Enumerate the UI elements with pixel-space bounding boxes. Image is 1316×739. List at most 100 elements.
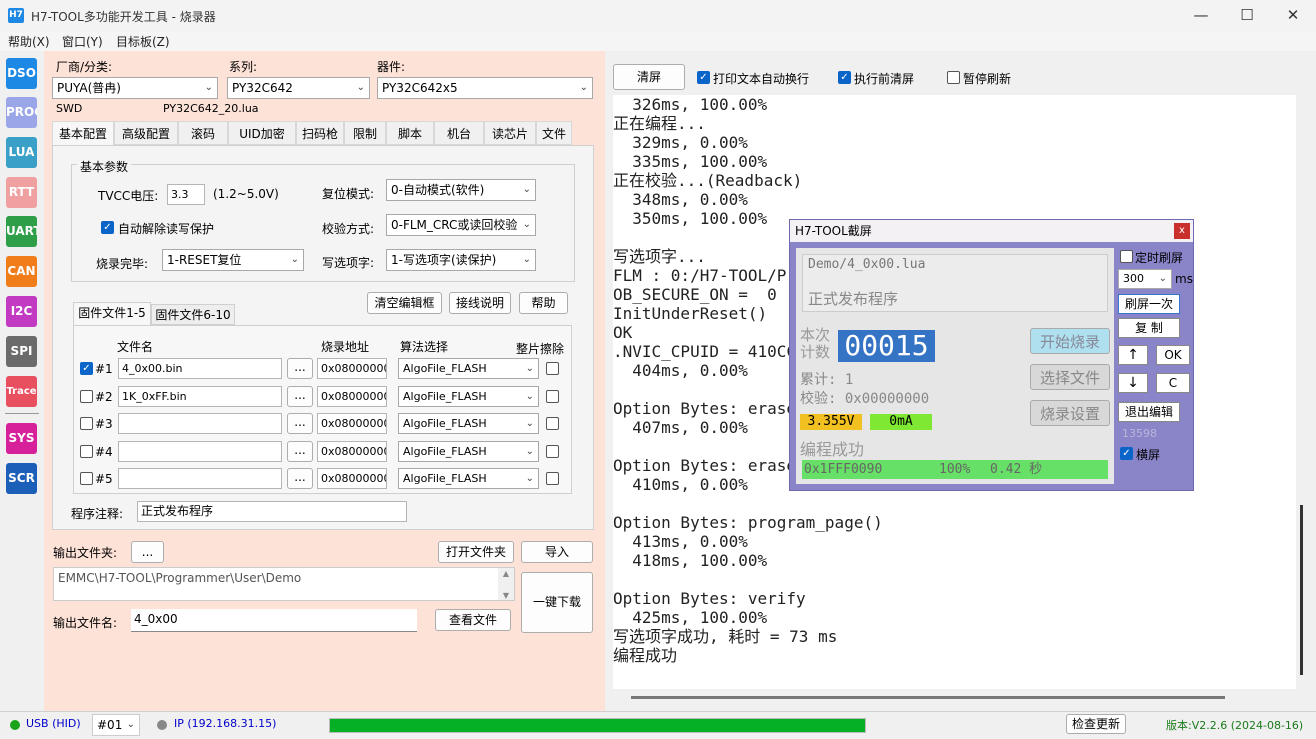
- landscape-checkbox[interactable]: ✓: [1120, 447, 1133, 460]
- file-enable-checkbox[interactable]: ✓: [80, 362, 93, 375]
- tab-limits[interactable]: 限制: [344, 121, 386, 145]
- file-enable-checkbox[interactable]: [80, 390, 93, 403]
- file-chip-erase-checkbox[interactable]: [546, 417, 559, 430]
- file-enable-checkbox[interactable]: [80, 472, 93, 485]
- file-algorithm-select[interactable]: AlgoFile_FLASH ⌄: [398, 441, 539, 462]
- reset-mode-select[interactable]: 0-自动模式(软件) ⌄: [386, 179, 536, 201]
- file-browse-button[interactable]: ...: [287, 358, 313, 379]
- tab-file[interactable]: 文件: [536, 121, 572, 145]
- sidebar-button-uart[interactable]: UART: [6, 216, 37, 247]
- series-select[interactable]: PY32C642 ⌄: [227, 77, 370, 99]
- menu-window[interactable]: 窗口(Y): [62, 33, 103, 50]
- output-path-field[interactable]: EMMC\H7-TOOL\Programmer\User\Demo: [53, 567, 515, 601]
- file-enable-checkbox[interactable]: [80, 417, 93, 430]
- console-hscroll-thumb[interactable]: [631, 696, 1225, 699]
- file-algorithm-select[interactable]: AlgoFile_FLASH ⌄: [398, 468, 539, 489]
- clear-screen-button[interactable]: 清屏: [613, 64, 685, 90]
- screen-start-button[interactable]: 开始烧录: [1030, 328, 1110, 354]
- tab-script[interactable]: 脚本: [386, 121, 434, 145]
- output-folder-browse-button[interactable]: ...: [131, 541, 164, 563]
- verify-mode-select[interactable]: 0-FLM_CRC或读回校验 ⌄: [386, 214, 536, 236]
- tab-basic-config[interactable]: 基本配置: [52, 121, 114, 146]
- vendor-select[interactable]: PUYA(普冉) ⌄: [52, 77, 218, 99]
- path-scrollbar[interactable]: ▲ ▼: [498, 568, 514, 600]
- burn-done-select[interactable]: 1-RESET复位 ⌄: [162, 249, 304, 271]
- tab-advanced-config[interactable]: 高级配置: [114, 121, 178, 145]
- output-name-input[interactable]: 4_0x00: [131, 609, 417, 632]
- file-browse-button[interactable]: ...: [287, 386, 313, 407]
- file-address-input[interactable]: 0x08000000: [317, 413, 387, 434]
- timer-refresh-checkbox[interactable]: [1120, 250, 1133, 263]
- file-chip-erase-checkbox[interactable]: [546, 472, 559, 485]
- clear-before-run-checkbox[interactable]: ✓: [838, 71, 851, 84]
- file-name-input[interactable]: [118, 441, 282, 462]
- file-algorithm-select[interactable]: AlgoFile_FLASH ⌄: [398, 413, 539, 434]
- menu-help[interactable]: 帮助(X): [8, 33, 50, 50]
- tab-firmware-6-10[interactable]: 固件文件6-10: [151, 304, 235, 325]
- wiring-guide-button[interactable]: 接线说明: [449, 292, 511, 314]
- close-window-button[interactable]: ✕: [1270, 0, 1316, 31]
- comment-input[interactable]: 正式发布程序: [137, 501, 407, 522]
- tvcc-input[interactable]: 3.3: [167, 184, 205, 205]
- file-name-input[interactable]: 4_0x00.bin: [118, 358, 282, 379]
- maximize-button[interactable]: ☐: [1224, 0, 1270, 31]
- file-address-input[interactable]: 0x08000000: [317, 441, 387, 462]
- sidebar-button-sys[interactable]: SYS: [6, 423, 37, 454]
- refresh-once-button[interactable]: 刷屏一次: [1118, 294, 1180, 314]
- screen-select-file-button[interactable]: 选择文件: [1030, 364, 1110, 390]
- one-click-download-button[interactable]: 一键下载: [521, 572, 593, 633]
- import-button[interactable]: 导入: [521, 541, 593, 563]
- sidebar-button-trace[interactable]: Trace: [6, 376, 37, 407]
- sidebar-button-lua[interactable]: LUA: [6, 137, 37, 168]
- file-address-input[interactable]: 0x08000000: [317, 358, 387, 379]
- device-select[interactable]: PY32C642x5 ⌄: [377, 77, 593, 99]
- scroll-up-icon[interactable]: ▲: [503, 569, 509, 578]
- ok-button[interactable]: OK: [1156, 345, 1190, 365]
- minimize-button[interactable]: —: [1178, 0, 1224, 31]
- tab-barcode-gun[interactable]: 扫码枪: [296, 121, 344, 145]
- console-vscroll-thumb[interactable]: [1300, 505, 1303, 675]
- sidebar-button-can[interactable]: CAN: [6, 256, 37, 287]
- exit-edit-button[interactable]: 退出编辑: [1118, 402, 1180, 422]
- file-name-input[interactable]: 1K_0xFF.bin: [118, 386, 282, 407]
- file-name-input[interactable]: [118, 468, 282, 489]
- file-browse-button[interactable]: ...: [287, 468, 313, 489]
- sidebar-button-prog[interactable]: PROG: [6, 97, 37, 128]
- check-update-button[interactable]: 检查更新: [1066, 714, 1126, 734]
- file-chip-erase-checkbox[interactable]: [546, 362, 559, 375]
- menu-target-board[interactable]: 目标板(Z): [116, 33, 170, 50]
- sidebar-button-spi[interactable]: SPI: [6, 336, 37, 367]
- sidebar-button-scr[interactable]: SCR: [6, 463, 37, 494]
- file-name-input[interactable]: [118, 413, 282, 434]
- down-button[interactable]: ↓: [1118, 373, 1148, 393]
- file-enable-checkbox[interactable]: [80, 445, 93, 458]
- c-button[interactable]: C: [1156, 373, 1190, 393]
- port-select[interactable]: #01 ⌄: [92, 714, 140, 736]
- auto-wrap-checkbox[interactable]: ✓: [697, 71, 710, 84]
- scroll-down-icon[interactable]: ▼: [503, 591, 509, 600]
- interval-select[interactable]: 300 ⌄: [1118, 269, 1172, 289]
- file-browse-button[interactable]: ...: [287, 441, 313, 462]
- sidebar-button-i2c[interactable]: I2C: [6, 296, 37, 327]
- sidebar-button-rtt[interactable]: RTT: [6, 177, 37, 208]
- file-algorithm-select[interactable]: AlgoFile_FLASH ⌄: [398, 386, 539, 407]
- dialog-close-button[interactable]: x: [1174, 223, 1190, 239]
- file-algorithm-select[interactable]: AlgoFile_FLASH ⌄: [398, 358, 539, 379]
- pause-refresh-checkbox[interactable]: [947, 71, 960, 84]
- tab-read-chip[interactable]: 读芯片: [484, 121, 536, 145]
- tab-station[interactable]: 机台: [434, 121, 484, 145]
- open-folder-button[interactable]: 打开文件夹: [438, 541, 514, 563]
- tab-uid-encrypt[interactable]: UID加密: [228, 121, 296, 145]
- file-chip-erase-checkbox[interactable]: [546, 445, 559, 458]
- sidebar-button-dso[interactable]: DSO: [6, 58, 37, 89]
- file-browse-button[interactable]: ...: [287, 413, 313, 434]
- help-button[interactable]: 帮助: [519, 292, 568, 314]
- tab-rolling-code[interactable]: 滚码: [178, 121, 228, 145]
- clear-editor-button[interactable]: 清空编辑框: [367, 292, 442, 314]
- view-file-button[interactable]: 查看文件: [435, 609, 511, 631]
- file-address-input[interactable]: 0x08000000: [317, 468, 387, 489]
- tab-firmware-1-5[interactable]: 固件文件1-5: [73, 302, 151, 325]
- file-address-input[interactable]: 0x08000000: [317, 386, 387, 407]
- up-button[interactable]: ↑: [1118, 345, 1148, 365]
- option-bytes-select[interactable]: 1-写选项字(读保护) ⌄: [386, 249, 536, 271]
